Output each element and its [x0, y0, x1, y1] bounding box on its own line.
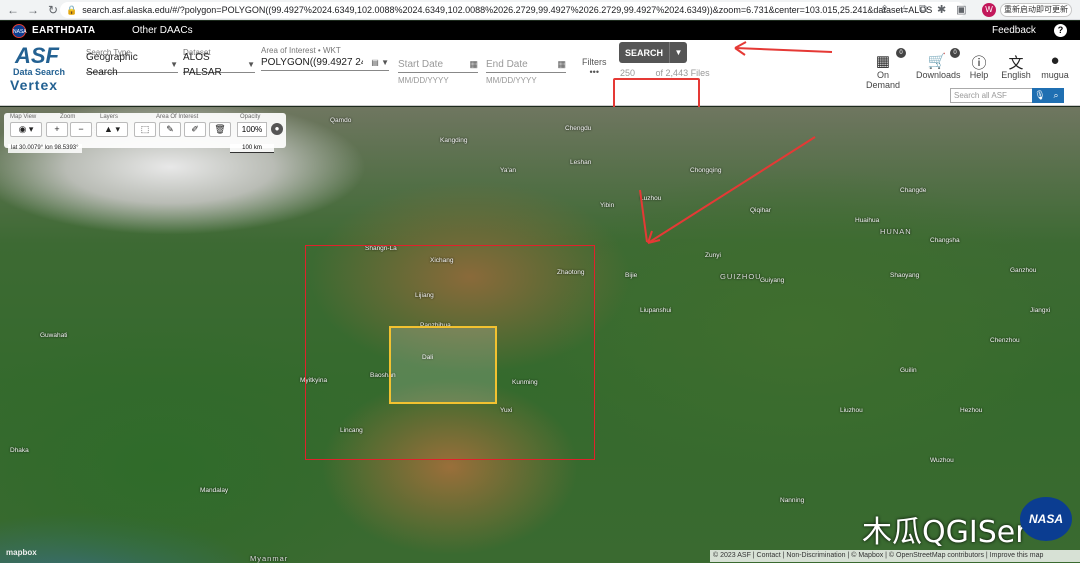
annotation-arrow-map-upper	[647, 136, 816, 244]
annotation-arrows	[639, 41, 833, 244]
annotation-arrow-search	[734, 47, 833, 53]
annotation-arrow-map-lower	[639, 189, 648, 243]
